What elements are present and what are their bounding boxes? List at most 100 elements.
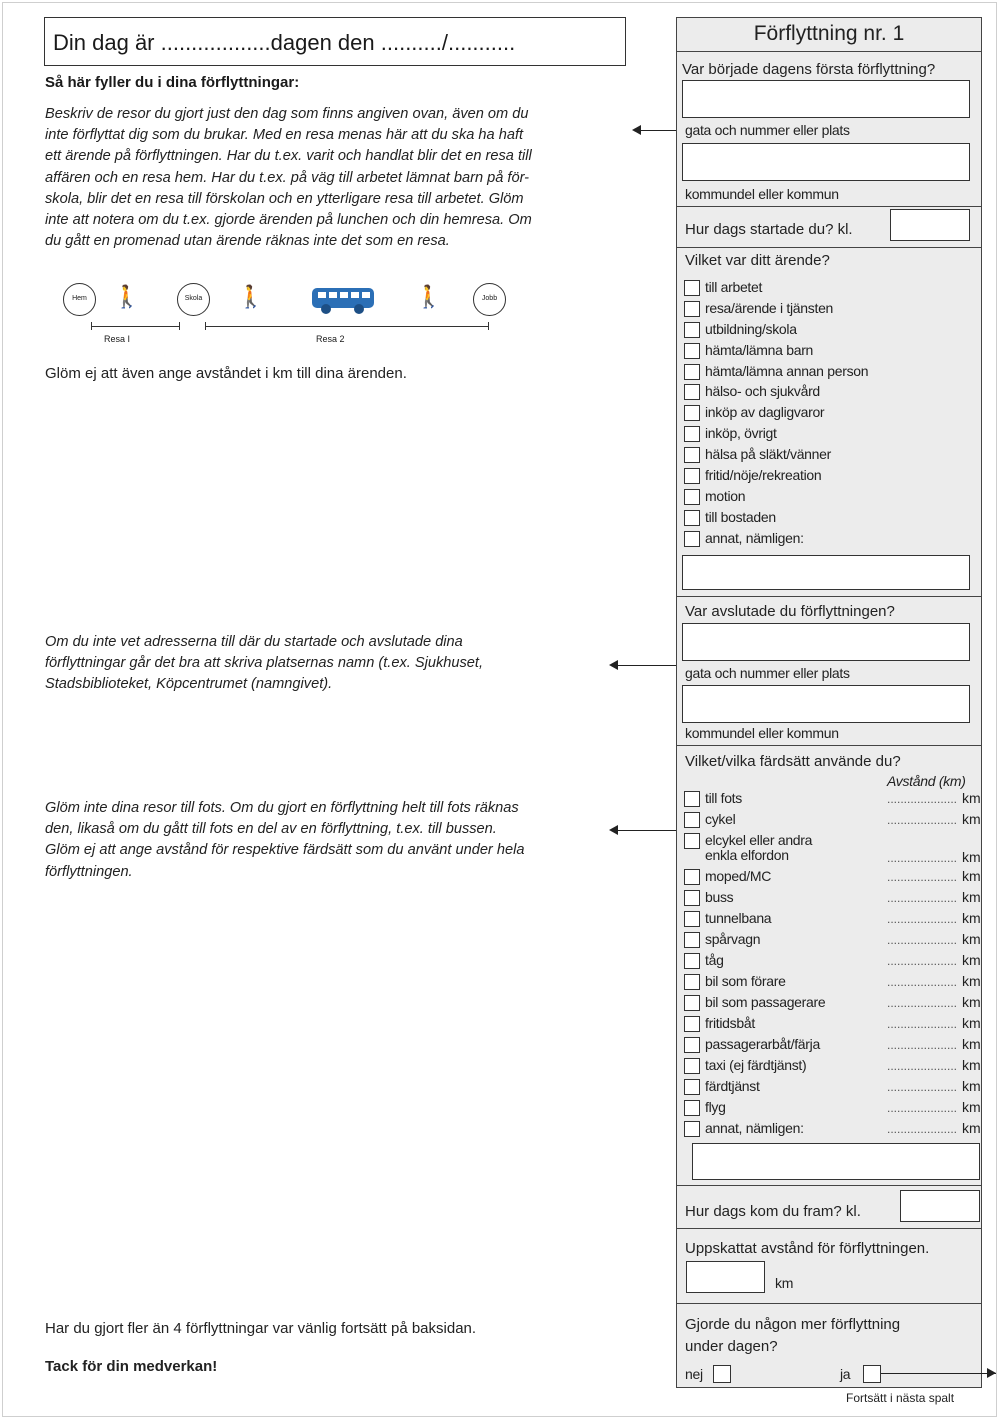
- errand-checkbox[interactable]: [684, 280, 700, 296]
- errand-label: hälso- och sjukvård: [705, 383, 820, 399]
- mode-checkbox[interactable]: [684, 974, 700, 990]
- distance-dots[interactable]: .....................: [887, 851, 957, 865]
- school-label: Skola: [184, 295, 203, 302]
- mode-label: fritidsbåt: [705, 1015, 755, 1031]
- estimated-distance-field[interactable]: [686, 1261, 765, 1293]
- errand-checkbox[interactable]: [684, 364, 700, 380]
- paragraph-line: ett ärende på förflyttningen. Har du t.e…: [45, 148, 532, 165]
- start-municipality-field[interactable]: [682, 143, 970, 181]
- errand-checkbox[interactable]: [684, 343, 700, 359]
- mode-label: buss: [705, 889, 734, 905]
- errand-checkbox[interactable]: [684, 531, 700, 547]
- arrow-left-icon: [609, 660, 676, 670]
- mode-label: cykel: [705, 811, 736, 827]
- yes-checkbox[interactable]: [863, 1365, 881, 1383]
- distance-dots[interactable]: .....................: [887, 1017, 957, 1031]
- arrival-time-field[interactable]: [900, 1190, 980, 1222]
- mode-checkbox[interactable]: [684, 1037, 700, 1053]
- trip-panel: Förflyttning nr. 1 Var började dagens fö…: [676, 17, 982, 1388]
- more-question: under dagen?: [685, 1338, 778, 1355]
- km-unit: km: [962, 973, 981, 989]
- errand-checkbox[interactable]: [684, 322, 700, 338]
- errand-checkbox[interactable]: [684, 510, 700, 526]
- instructions-paragraph-3: Glöm inte dina resor till fots. Om du gj…: [45, 798, 524, 883]
- yes-label: ja: [840, 1366, 851, 1382]
- km-unit: km: [962, 1120, 981, 1136]
- trip2-tick: [205, 322, 206, 330]
- mode-checkbox[interactable]: [684, 911, 700, 927]
- mode-checkbox[interactable]: [684, 1121, 700, 1137]
- distance-dots[interactable]: .....................: [887, 792, 957, 806]
- municipality-label: kommundel eller kommun: [685, 186, 839, 202]
- day-prompt: Din dag är ..................dagen den .…: [53, 30, 516, 55]
- arrow-left-icon: [632, 125, 676, 135]
- bus-icon: [312, 288, 374, 314]
- mode-checkbox[interactable]: [684, 1058, 700, 1074]
- instructions-paragraph-2: Om du inte vet adresserna till där du st…: [45, 632, 483, 696]
- errand-checkbox[interactable]: [684, 489, 700, 505]
- km-unit: km: [962, 1015, 981, 1031]
- distance-dots[interactable]: .....................: [887, 870, 957, 884]
- km-unit: km: [962, 994, 981, 1010]
- mode-other-field[interactable]: [692, 1143, 980, 1180]
- divider: [677, 596, 981, 597]
- distance-dots[interactable]: .....................: [887, 996, 957, 1010]
- distance-dots[interactable]: .....................: [887, 891, 957, 905]
- errand-checkbox[interactable]: [684, 301, 700, 317]
- km-unit: km: [962, 889, 981, 905]
- mode-checkbox[interactable]: [684, 995, 700, 1011]
- end-question: Var avslutade du förflyttningen?: [685, 603, 895, 620]
- errand-checkbox[interactable]: [684, 426, 700, 442]
- distance-dots[interactable]: .....................: [887, 912, 957, 926]
- km-unit: km: [962, 868, 981, 884]
- home-circle: Hem: [63, 283, 96, 316]
- mode-checkbox[interactable]: [684, 812, 700, 828]
- day-date-box: Din dag är ..................dagen den .…: [44, 17, 626, 66]
- walker-icon: 🚶: [113, 284, 141, 309]
- errand-checkbox[interactable]: [684, 447, 700, 463]
- start-street-field[interactable]: [682, 80, 970, 118]
- mode-checkbox[interactable]: [684, 1016, 700, 1032]
- mode-label: till fots: [705, 790, 742, 806]
- distance-dots[interactable]: .....................: [887, 1122, 957, 1136]
- end-municipality-field[interactable]: [682, 685, 970, 723]
- errand-other-field[interactable]: [682, 555, 970, 590]
- mode-checkbox[interactable]: [684, 1100, 700, 1116]
- no-checkbox[interactable]: [713, 1365, 731, 1383]
- km-unit: km: [962, 811, 981, 827]
- paragraph-line: Glöm inte dina resor till fots. Om du gj…: [45, 800, 519, 816]
- distance-dots[interactable]: .....................: [887, 1038, 957, 1052]
- distance-dots[interactable]: .....................: [887, 933, 957, 947]
- distance-dots[interactable]: .....................: [887, 954, 957, 968]
- divider: [677, 206, 981, 207]
- mode-checkbox[interactable]: [684, 932, 700, 948]
- distance-header: Avstånd (km): [887, 773, 966, 789]
- errand-question: Vilket var ditt ärende?: [685, 252, 830, 269]
- mode-checkbox[interactable]: [684, 869, 700, 885]
- arrow-right-line: [881, 1373, 996, 1374]
- mode-checkbox[interactable]: [684, 953, 700, 969]
- mode-checkbox[interactable]: [684, 890, 700, 906]
- errand-checkbox[interactable]: [684, 384, 700, 400]
- paragraph-line: Beskriv de resor du gjort just den dag s…: [45, 106, 529, 122]
- home-label: Hem: [72, 295, 87, 302]
- mode-checkbox[interactable]: [684, 833, 700, 849]
- school-circle: Skola: [177, 283, 210, 316]
- more-question: Gjorde du någon mer förflyttning: [685, 1316, 901, 1333]
- errand-checkbox[interactable]: [684, 468, 700, 484]
- distance-dots[interactable]: .....................: [887, 975, 957, 989]
- start-time-field[interactable]: [890, 209, 970, 241]
- errand-label: hälsa på släkt/vänner: [705, 446, 832, 462]
- paragraph-line: den, likaså om du gått till fots en del …: [45, 821, 497, 838]
- walker-icon: 🚶: [237, 284, 265, 309]
- mode-label: flyg: [705, 1099, 726, 1115]
- distance-dots[interactable]: .....................: [887, 1059, 957, 1073]
- distance-dots[interactable]: .....................: [887, 1101, 957, 1115]
- mode-checkbox[interactable]: [684, 1079, 700, 1095]
- mode-checkbox[interactable]: [684, 791, 700, 807]
- errand-checkbox[interactable]: [684, 405, 700, 421]
- distance-dots[interactable]: .....................: [887, 1080, 957, 1094]
- distance-dots[interactable]: .....................: [887, 813, 957, 827]
- end-street-field[interactable]: [682, 623, 970, 661]
- mode-label: passagerarbåt/färja: [705, 1036, 820, 1052]
